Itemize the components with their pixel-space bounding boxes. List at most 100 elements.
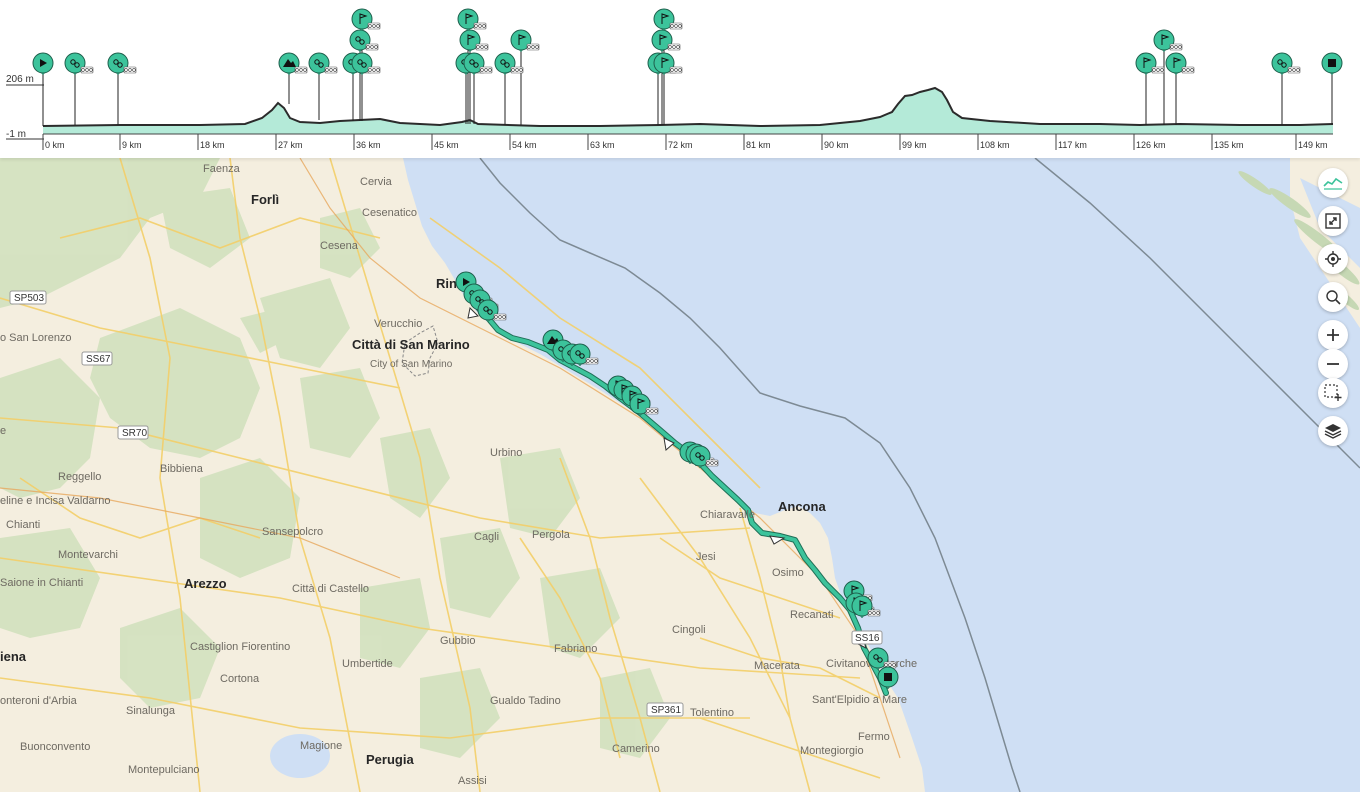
town-label: o San Lorenzo: [0, 332, 72, 344]
town-label: Montepulciano: [128, 764, 200, 776]
town-label: Urbino: [490, 447, 522, 459]
city-label-forli: Forlì: [251, 192, 279, 207]
road-badge: SP361: [651, 705, 681, 716]
x-tick-label: 18 km: [200, 140, 225, 150]
city-label-san-marino: Città di San Marino: [352, 337, 470, 352]
elevation-toggle-button[interactable]: [1318, 168, 1348, 198]
town-label: Cingoli: [672, 624, 706, 636]
town-label: Fabriano: [554, 643, 597, 655]
zoom-in-button[interactable]: [1318, 320, 1348, 350]
search-button[interactable]: [1318, 282, 1348, 312]
elevation-area: [43, 88, 1333, 134]
town-label: Chiaravalle: [700, 509, 755, 521]
profile-marker-flag[interactable]: [1135, 52, 1165, 76]
town-label: Saione in Chianti: [0, 577, 83, 589]
profile-marker-flag[interactable]: [651, 29, 681, 53]
layers-icon: [1324, 424, 1342, 439]
search-icon: [1326, 290, 1341, 305]
fullscreen-button[interactable]: [1318, 206, 1348, 236]
x-tick-label: 81 km: [746, 140, 771, 150]
town-label: Sant'Elpidio a Mare: [812, 694, 907, 706]
profile-marker-flag[interactable]: [653, 8, 683, 32]
elevation-icon: [1323, 177, 1343, 190]
x-tick-label: 72 km: [668, 140, 693, 150]
town-label: Sinalunga: [126, 705, 176, 717]
city-label-siena: iena: [0, 649, 27, 664]
x-tick-label: 45 km: [434, 140, 459, 150]
x-tick-label: 0 km: [45, 140, 65, 150]
profile-marker-flag[interactable]: [653, 52, 683, 76]
town-label: onteroni d'Arbia: [0, 695, 78, 707]
locate-button[interactable]: [1318, 244, 1348, 274]
plus-icon: [1327, 329, 1339, 341]
fullscreen-icon: [1325, 213, 1341, 229]
profile-marker-flag[interactable]: [457, 8, 487, 32]
profile-marker-sprint[interactable]: [1271, 52, 1301, 76]
profile-marker-sprint[interactable]: [351, 52, 381, 76]
town-label: Sansepolcro: [262, 526, 323, 538]
elevation-chart[interactable]: 206 m -1 m 0 km 9 km 18 km 27 km 36 km 45 km 5…: [0, 0, 1360, 158]
city-label-arezzo: Arezzo: [184, 576, 227, 591]
profile-marker-flag[interactable]: [510, 29, 540, 53]
town-label: Pergola: [532, 529, 571, 541]
town-label: Magione: [300, 740, 342, 752]
elevation-min-label: -1 m: [6, 129, 26, 140]
map[interactable]: Faenza Cervia Cesenatico Cesena Verucchi…: [0, 158, 1360, 792]
town-label: Montegiorgio: [800, 745, 864, 757]
x-tick-label: 135 km: [1214, 140, 1244, 150]
town-label: Assisi: [458, 775, 487, 787]
map-canvas[interactable]: Faenza Cervia Cesenatico Cesena Verucchi…: [0, 158, 1360, 792]
town-label: Buonconvento: [20, 741, 90, 753]
city-label-rimini: Rin: [436, 276, 457, 291]
profile-marker-flag[interactable]: [459, 29, 489, 53]
town-label: Città di Castello: [292, 583, 369, 595]
town-label: Gualdo Tadino: [490, 695, 561, 707]
town-label: Castiglion Fiorentino: [190, 641, 290, 653]
x-tick-label: 117 km: [1058, 140, 1087, 150]
x-tick-label: 90 km: [824, 140, 849, 150]
road-badge: SR70: [122, 428, 147, 439]
town-label: e: [0, 425, 6, 437]
town-label: Jesi: [696, 551, 716, 563]
elevation-profile[interactable]: 206 m -1 m 0 km 9 km 18 km 27 km 36 km 45 km 5…: [0, 0, 1360, 158]
layers-button[interactable]: [1318, 416, 1348, 446]
zoom-out-button[interactable]: [1318, 349, 1348, 379]
minus-icon: [1327, 363, 1339, 365]
profile-marker-start[interactable]: [32, 52, 54, 76]
elevation-line: [42, 86, 1334, 128]
profile-marker-end[interactable]: [1321, 52, 1343, 76]
profile-marker-flag[interactable]: [1153, 29, 1183, 53]
town-label: Recanati: [790, 609, 833, 621]
town-label: Cesena: [320, 240, 359, 252]
town-label: eline e Incisa Valdarno: [0, 495, 110, 507]
town-label: Gubbio: [440, 635, 475, 647]
profile-marker-flag[interactable]: [1165, 52, 1195, 76]
locate-icon: [1325, 251, 1341, 267]
profile-markers[interactable]: [32, 8, 1343, 126]
x-tick-label: 126 km: [1136, 140, 1166, 150]
x-tick-label: 63 km: [590, 140, 615, 150]
town-label: Tolentino: [690, 707, 734, 719]
town-label: Montevarchi: [58, 549, 118, 561]
profile-marker-summit[interactable]: [278, 52, 308, 76]
x-tick-label: 149 km: [1298, 140, 1328, 150]
x-tick-label: 36 km: [356, 140, 381, 150]
town-label: Camerino: [612, 743, 660, 755]
profile-marker-sprint[interactable]: [64, 52, 94, 76]
city-label-san-marino-en: City of San Marino: [370, 359, 453, 370]
profile-marker-sprint[interactable]: [494, 52, 524, 76]
profile-marker-sprint[interactable]: [308, 52, 338, 76]
profile-marker-sprint[interactable]: [107, 52, 137, 76]
town-label: Reggello: [58, 471, 101, 483]
road-badge: SP503: [14, 293, 44, 304]
x-tick-label: 99 km: [902, 140, 927, 150]
profile-marker-sprint[interactable]: [463, 52, 493, 76]
town-label: Bibbiena: [160, 463, 204, 475]
profile-marker-flag[interactable]: [351, 8, 381, 32]
town-label: Umbertide: [342, 658, 393, 670]
x-tick-label: 27 km: [278, 140, 303, 150]
profile-marker-sprint[interactable]: [349, 29, 379, 53]
road-badge: SS67: [86, 354, 111, 365]
select-area-button[interactable]: [1318, 378, 1348, 408]
town-label: Macerata: [754, 660, 801, 672]
